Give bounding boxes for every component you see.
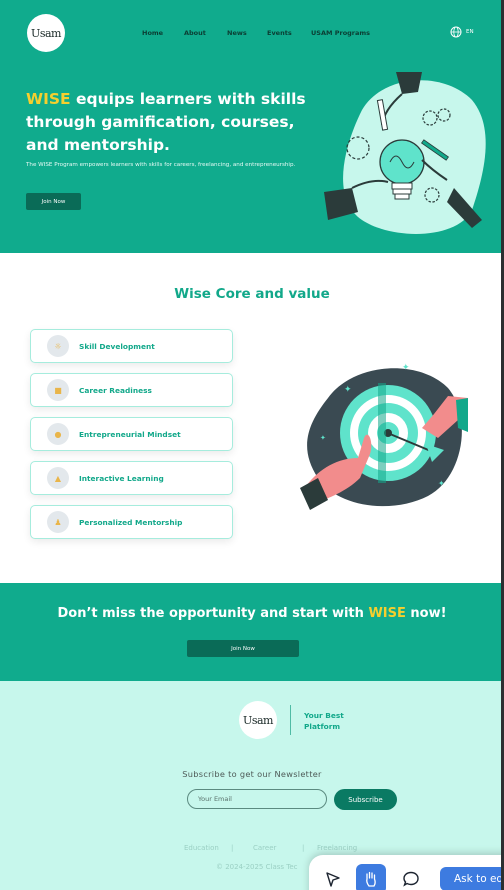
nav-events[interactable]: Events: [267, 29, 292, 37]
cta-join-button[interactable]: Join Now: [187, 640, 299, 657]
value-label: Interactive Learning: [79, 473, 164, 483]
svg-text:✦: ✦: [344, 385, 352, 395]
comment-bubble-icon: [403, 871, 419, 887]
svg-text:✦: ✦: [320, 434, 326, 442]
pointer-tool[interactable]: [318, 864, 348, 890]
nav-usam-programs[interactable]: USAM Programs: [311, 29, 370, 37]
hero-join-button[interactable]: Join Now: [26, 193, 81, 210]
core-values-title: Wise Core and value: [174, 286, 330, 302]
svg-text:✦: ✦: [438, 479, 445, 488]
brain-icon: ●: [47, 423, 69, 445]
cta-section: Don’t miss the opportunity and start wit…: [0, 583, 504, 681]
footer-logo-text: Usam: [243, 713, 273, 727]
value-label: Entrepreneurial Mindset: [79, 429, 181, 439]
language-label: EN: [466, 29, 474, 35]
briefcase-icon: ■: [47, 379, 69, 401]
hero-section: Usam Home About News Events USAM Program…: [0, 0, 504, 253]
newsletter-email-input[interactable]: [187, 789, 327, 809]
footer-separator: |: [231, 844, 234, 852]
cta-title: Don’t miss the opportunity and start wit…: [0, 606, 504, 621]
globe-icon: [450, 26, 462, 38]
subscribe-button[interactable]: Subscribe: [334, 789, 397, 810]
newsletter-title: Subscribe to get our Newsletter: [182, 769, 322, 779]
footer-divider: [290, 705, 291, 735]
hero-title-accent: WISE: [26, 90, 71, 108]
hand-icon: [366, 871, 376, 887]
ask-to-edit-button[interactable]: Ask to ed: [440, 867, 504, 890]
hand-tool[interactable]: [356, 864, 386, 890]
cursor-arrow-icon: [326, 872, 340, 887]
footer-separator: |: [302, 844, 305, 852]
svg-text:✦: ✦: [402, 363, 410, 373]
copyright-text: © 2024-2025 Class Tec: [216, 863, 298, 871]
footer-link-freelancing[interactable]: Freelancing: [317, 844, 357, 852]
target-illustration: ✦ ✦ ✦ ✦: [300, 363, 468, 510]
value-card-skill-development[interactable]: ☼ Skill Development: [30, 329, 233, 363]
value-label: Skill Development: [79, 341, 155, 351]
footer-link-education[interactable]: Education: [184, 844, 219, 852]
nav-home[interactable]: Home: [142, 29, 163, 37]
logo-text: Usam: [31, 26, 61, 40]
value-label: Personalized Mentorship: [79, 517, 183, 527]
cta-title-end: now!: [405, 606, 447, 621]
chart-icon: ▲: [47, 467, 69, 489]
value-label: Career Readiness: [79, 385, 152, 395]
floating-toolbar: Ask to ed: [309, 855, 504, 890]
cta-title-start: Don’t miss the opportunity and start wit…: [57, 606, 369, 621]
hero-title: WISE equips learners with skills through…: [26, 88, 316, 157]
value-card-career-readiness[interactable]: ■ Career Readiness: [30, 373, 233, 407]
footer-logo[interactable]: Usam: [239, 701, 277, 739]
cta-title-accent: WISE: [368, 606, 406, 621]
lightbulb-icon: ☼: [47, 335, 69, 357]
value-card-entrepreneurial-mindset[interactable]: ● Entrepreneurial Mindset: [30, 417, 233, 451]
hero-subtitle: The WISE Program empowers learners with …: [26, 162, 296, 168]
language-switcher[interactable]: EN: [450, 26, 474, 38]
nav-news[interactable]: News: [227, 29, 247, 37]
value-card-personalized-mentorship[interactable]: ♟ Personalized Mentorship: [30, 505, 233, 539]
site-logo[interactable]: Usam: [27, 14, 65, 52]
hero-lightbulb-illustration: [324, 72, 486, 234]
footer-link-career[interactable]: Career: [253, 844, 276, 852]
comment-tool[interactable]: [396, 864, 426, 890]
footer-tagline: Your Best Platform: [304, 711, 344, 731]
mentor-icon: ♟: [47, 511, 69, 533]
value-card-interactive-learning[interactable]: ▲ Interactive Learning: [30, 461, 233, 495]
nav-about[interactable]: About: [184, 29, 206, 37]
